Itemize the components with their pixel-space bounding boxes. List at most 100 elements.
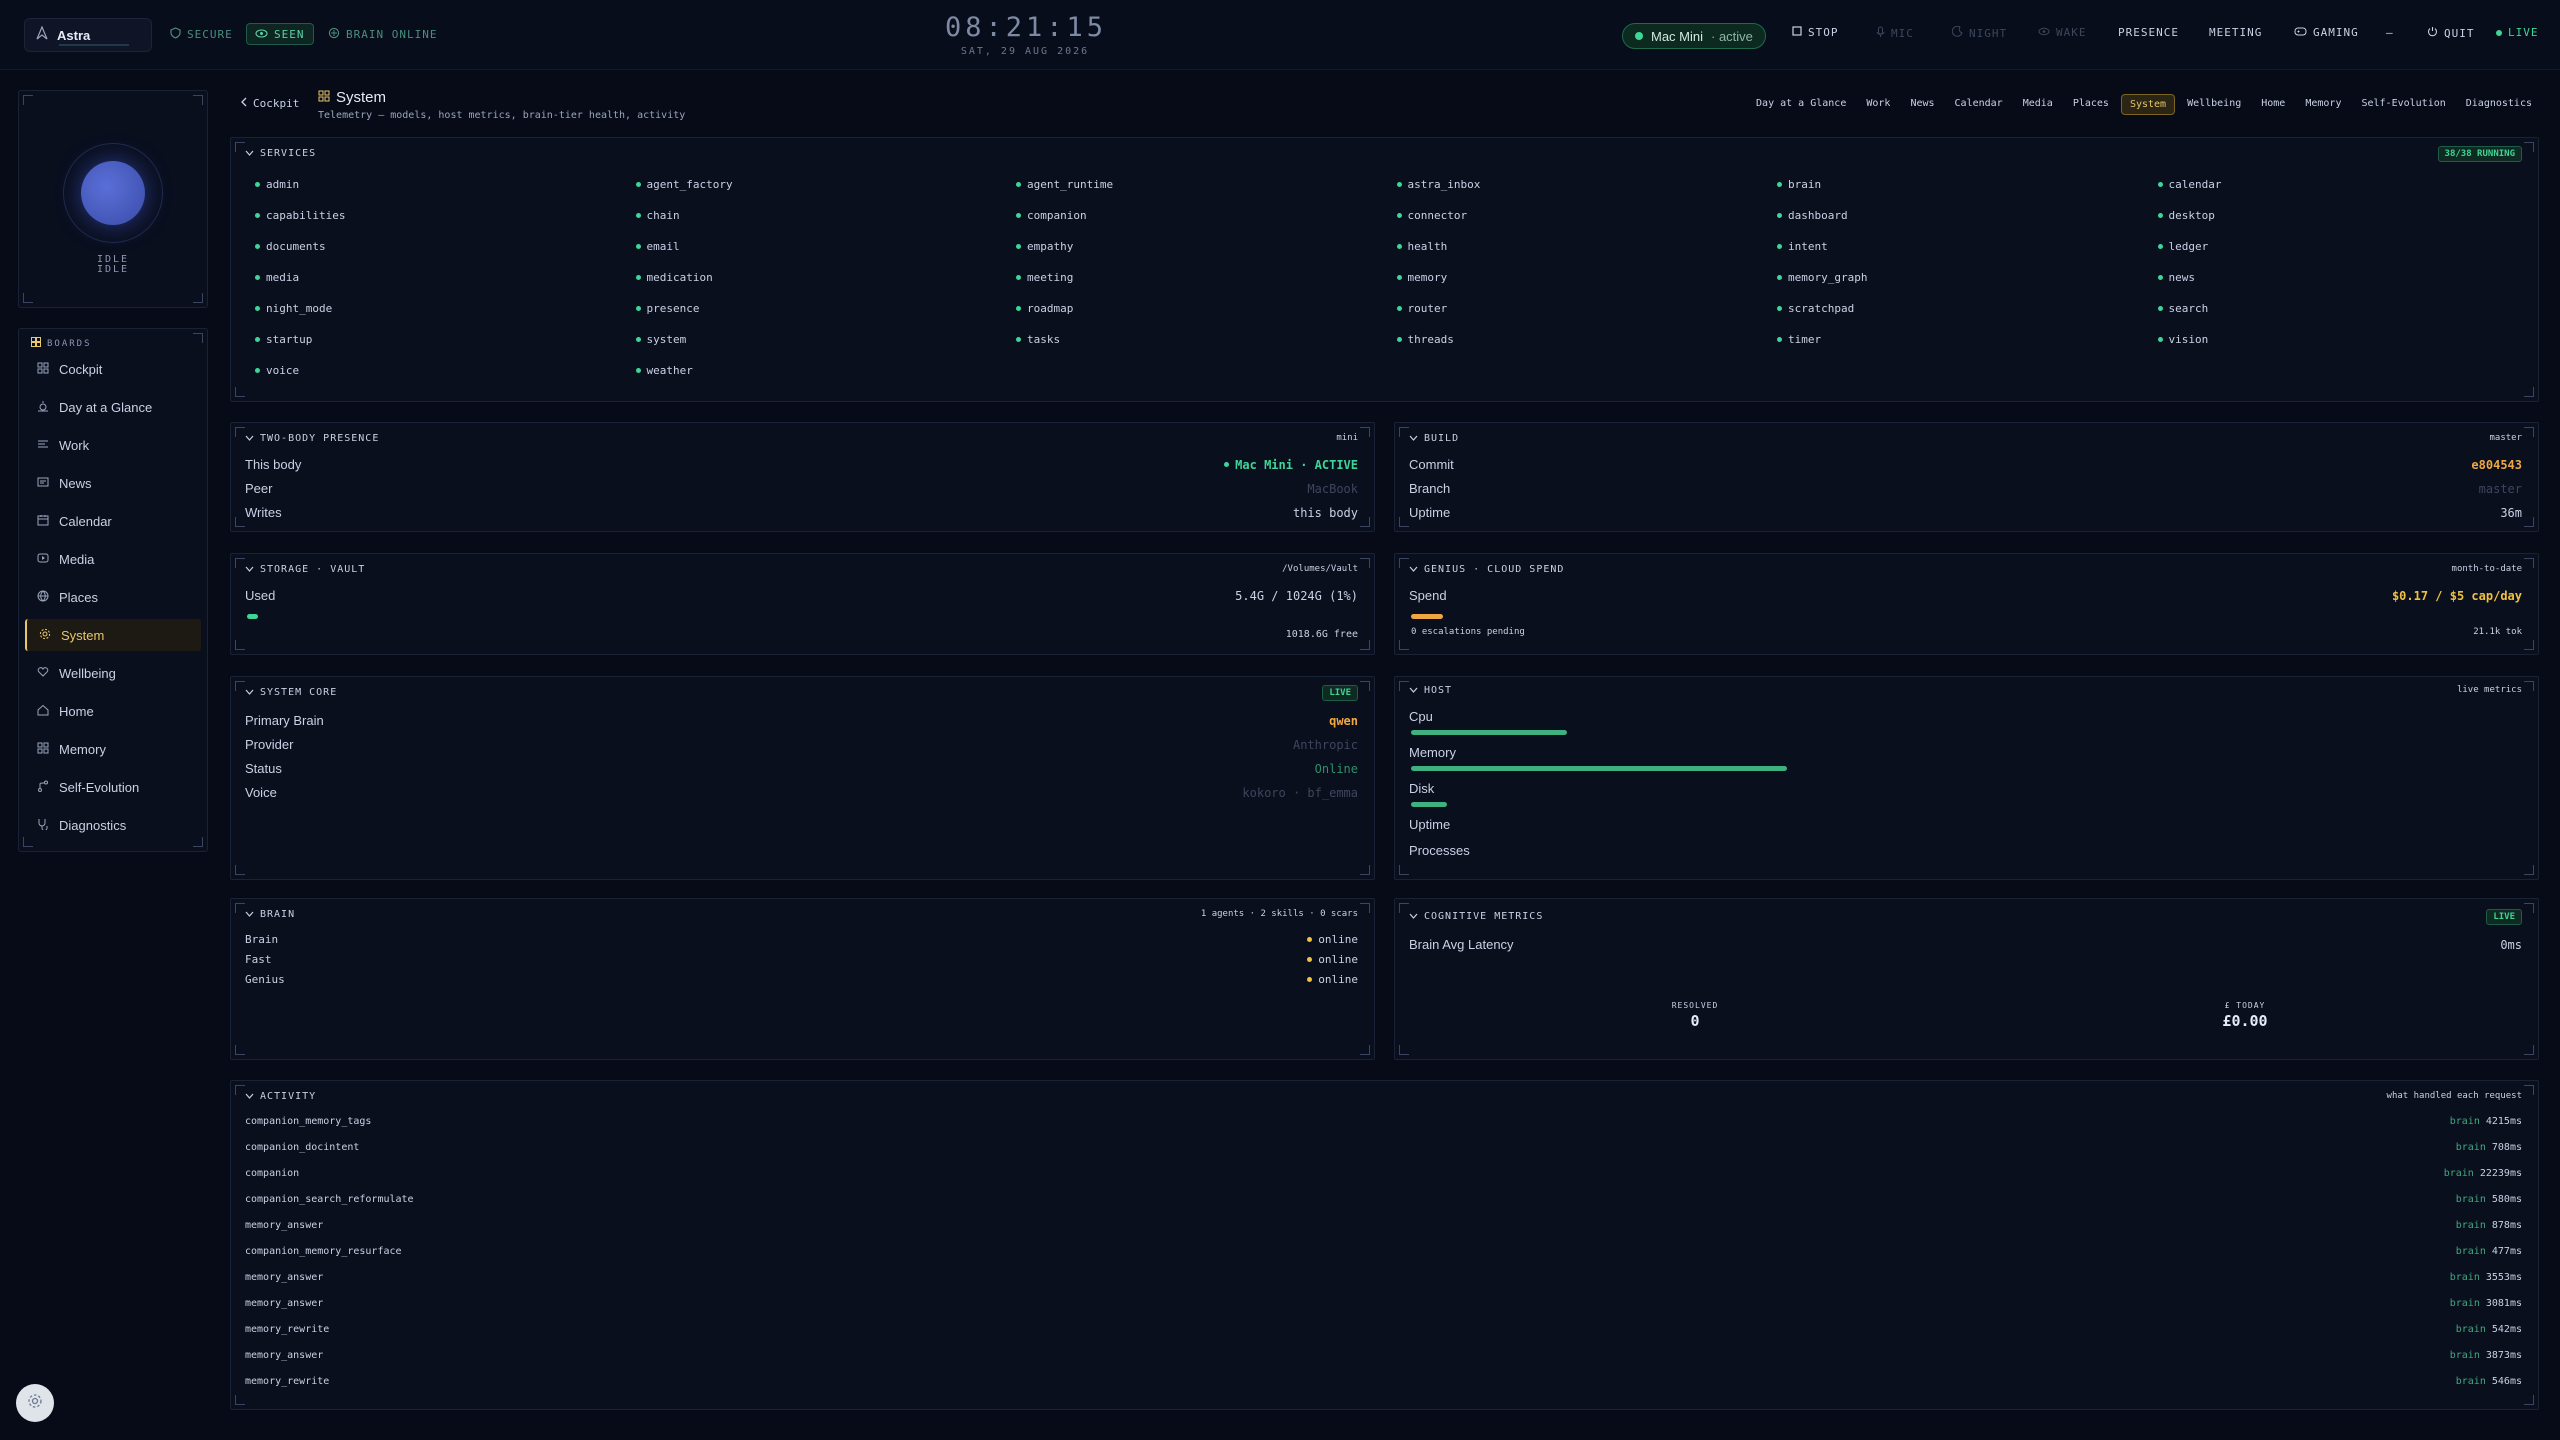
storage-header[interactable]: STORAGE · VAULT [245,564,365,575]
mic-button[interactable]: MIC [1876,26,1914,41]
stop-button[interactable]: STOP [1792,26,1839,39]
sidebar-item-media[interactable]: Media [25,543,201,575]
services-count-badge: 38/38 RUNNING [2437,146,2522,162]
tab-media[interactable]: Media [2015,94,2061,115]
sidebar-item-diagnostics[interactable]: Diagnostics [25,809,201,841]
corner-mark [235,142,245,152]
service-item: medication [635,271,713,284]
service-name: empathy [1027,240,1074,253]
sidebar-item-system[interactable]: System [25,619,201,651]
presence-button[interactable]: PRESENCE [2118,26,2179,39]
activity-row: memory_answer brain 878ms [245,1220,2522,1231]
cognitive-header[interactable]: COGNITIVE METRICS [1409,911,1543,922]
storage-usage-bar [247,614,258,619]
presence-header[interactable]: TWO-BODY PRESENCE [245,433,379,444]
service-item: voice [255,364,299,377]
activity-header[interactable]: ACTIVITY [245,1091,316,1102]
service-item: dashboard [1777,209,1848,222]
seen-status: SEEN [246,23,314,45]
corner-mark [2524,517,2534,527]
tab-calendar[interactable]: Calendar [1947,94,2011,115]
astra-logo-icon [35,24,49,45]
tab-day-at-a-glance[interactable]: Day at a Glance [1748,94,1854,115]
sidebar-item-home[interactable]: Home [25,695,201,727]
build-header[interactable]: BUILD [1409,433,1459,444]
activity-title: ACTIVITY [260,1091,317,1102]
corner-mark [1360,558,1370,568]
boards-label: BOARDS [47,338,92,349]
build-row: Uptime 36m [1409,505,2522,520]
minimize-button[interactable]: — [2386,26,2394,39]
tab-work[interactable]: Work [1858,94,1898,115]
request-name: companion [245,1168,300,1179]
grid-icon [37,362,49,377]
settings-button[interactable] [16,1384,54,1422]
corner-mark [2524,1085,2534,1095]
corner-mark [1360,865,1370,875]
service-name: agent_runtime [1027,178,1114,191]
status-dot [1635,32,1643,40]
services-header[interactable]: SERVICES [245,148,316,159]
power-icon [2427,26,2438,40]
status-dot [1396,244,1402,249]
sidebar-item-cockpit[interactable]: Cockpit [25,353,201,385]
tab-self-evolution[interactable]: Self-Evolution [2353,94,2453,115]
meeting-label: MEETING [2209,26,2263,39]
tab-wellbeing[interactable]: Wellbeing [2179,94,2249,115]
corner-mark [1399,681,1409,691]
presence-orb[interactable] [63,143,163,243]
back-button[interactable]: Cockpit [240,97,299,110]
today-cost-metric: £ TODAY £0.00 [2195,1001,2295,1030]
tab-home[interactable]: Home [2253,94,2293,115]
brand[interactable]: Astra [24,18,152,52]
corner-mark [193,95,203,105]
date: SAT, 29 AUG 2026 [960,46,1090,57]
tab-system[interactable]: System [2120,94,2176,115]
service-item: agent_factory [635,178,733,191]
wake-button[interactable]: WAKE [2038,26,2087,39]
gaming-button[interactable]: GAMING [2294,26,2359,39]
sidebar-item-wellbeing[interactable]: Wellbeing [25,657,201,689]
genius-header[interactable]: GENIUS · CLOUD SPEND [1409,564,1564,575]
night-button[interactable]: NIGHT [1951,25,2007,40]
host-indicator[interactable]: Mac Mini · active [1622,23,1766,49]
back-label: Cockpit [253,97,300,110]
activity-row: memory_answer brain 3873ms [245,1350,2522,1361]
tab-news[interactable]: News [1902,94,1942,115]
service-item: vision [2157,333,2208,346]
corner-mark [235,558,245,568]
sidebar-item-work[interactable]: Work [25,429,201,461]
corner-mark [1360,517,1370,527]
corner-mark [23,95,33,105]
meeting-button[interactable]: MEETING [2209,26,2262,39]
request-name: memory_answer [245,1298,324,1309]
build-panel: BUILD master Commit e804543 Branch master … [1394,422,2539,532]
corner-mark [2524,1395,2534,1405]
sidebar-item-label: Cockpit [59,361,103,377]
tier-label: Brain [245,933,279,946]
tab-diagnostics[interactable]: Diagnostics [2458,94,2540,115]
grid-icon [37,742,49,757]
tab-memory[interactable]: Memory [2297,94,2349,115]
sidebar-item-places[interactable]: Places [25,581,201,613]
sidebar-item-self-evolution[interactable]: Self-Evolution [25,771,201,803]
handler-name: brain [2449,1298,2480,1309]
core-header[interactable]: SYSTEM CORE [245,687,337,698]
brain-header[interactable]: BRAIN [245,909,295,920]
host-uptime-label: Uptime [1409,817,1451,832]
live-badge: LIVE [2486,909,2522,925]
globe-icon [37,590,49,605]
sidebar-item-news[interactable]: News [25,467,201,499]
sidebar-item-day-at-a-glance[interactable]: Day at a Glance [25,391,201,423]
quit-button[interactable]: QUIT [2427,26,2475,40]
service-item: memory [1396,271,1447,284]
host-header[interactable]: HOST [1409,685,1452,696]
tier-status-text: online [1318,933,1358,946]
tab-places[interactable]: Places [2065,94,2117,115]
service-name: tasks [1027,333,1061,346]
sidebar-item-calendar[interactable]: Calendar [25,505,201,537]
sidebar-item-memory[interactable]: Memory [25,733,201,765]
status-dot [1396,213,1402,218]
service-item: agent_runtime [1016,178,1113,191]
eye-icon [2038,26,2050,39]
